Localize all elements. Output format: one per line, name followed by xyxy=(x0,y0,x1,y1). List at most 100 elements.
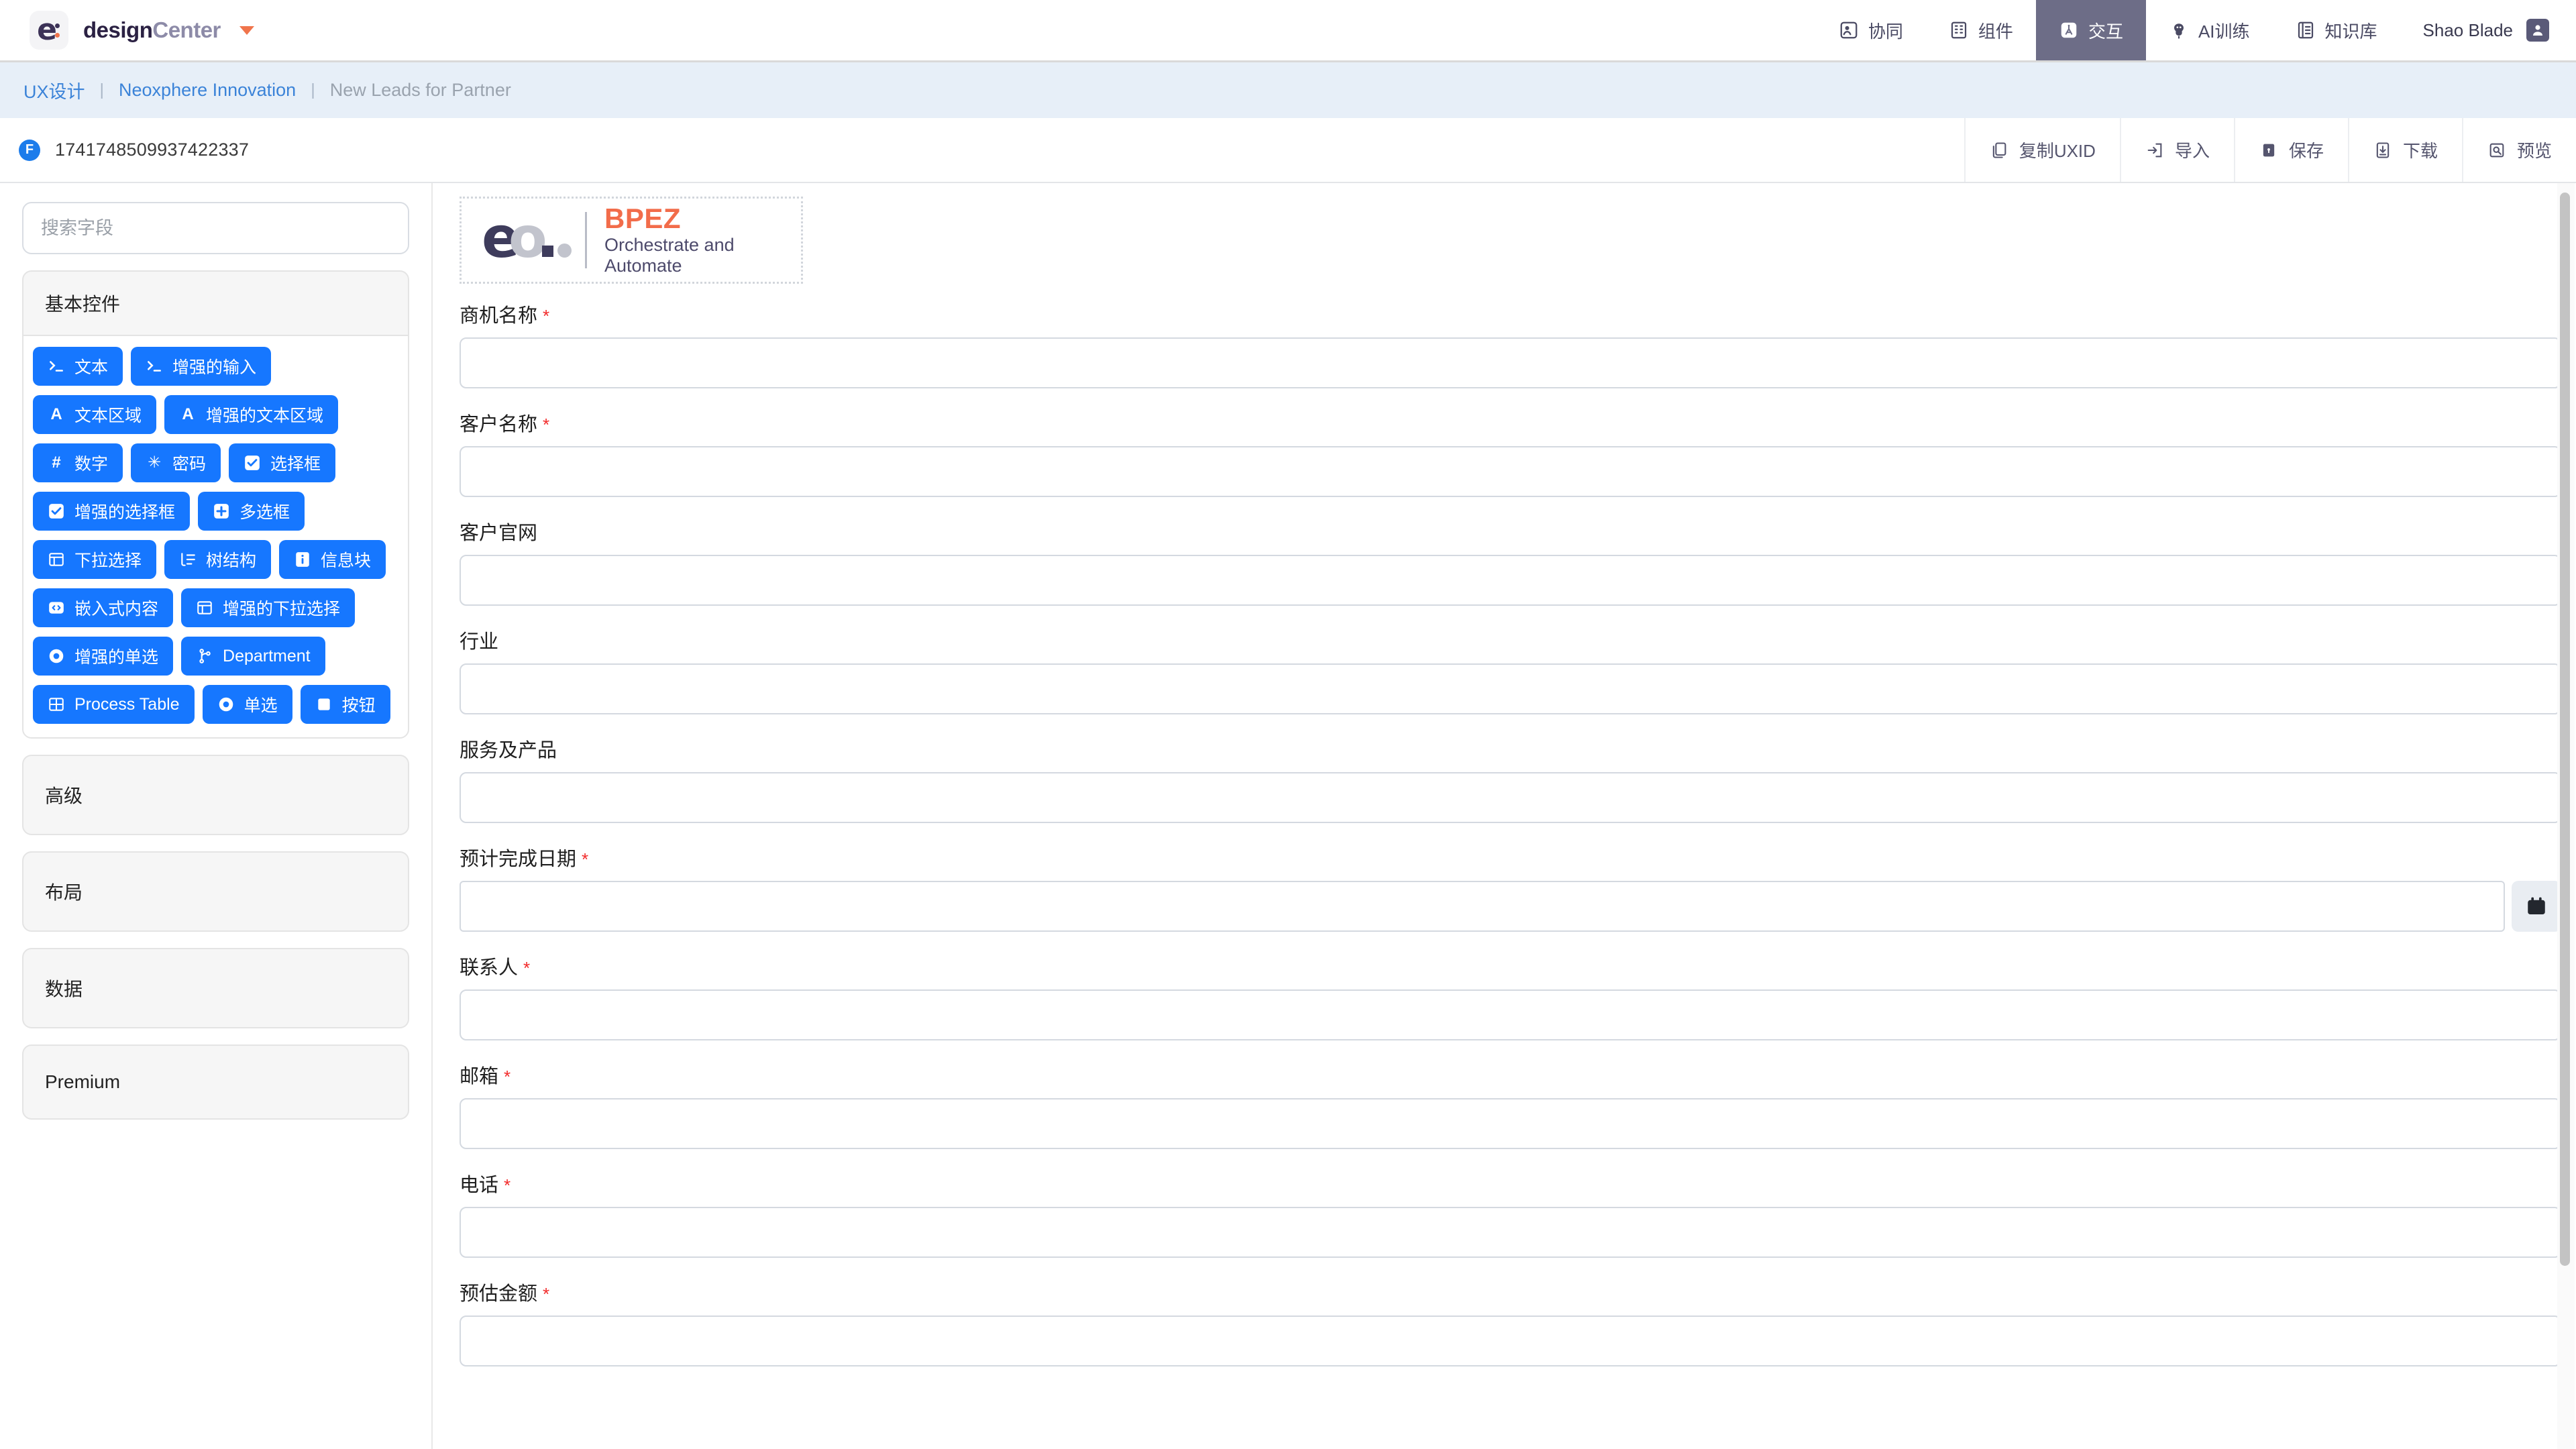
uxid-display-group: F 1741748509937422337 xyxy=(0,118,1964,182)
chip-process-table[interactable]: Process Table xyxy=(33,685,195,724)
form-canvas: e o BPEZ Orchestrate and Automate 商机名称 *… xyxy=(433,183,2576,1449)
chip-enhanced-textarea[interactable]: A 增强的文本区域 xyxy=(164,395,339,434)
save-button[interactable]: 保存 xyxy=(2233,118,2348,182)
breadcrumb: UX设计 | Neoxphere Innovation | New Leads … xyxy=(0,62,2576,118)
input-estimated-amount[interactable] xyxy=(460,1316,2561,1366)
chip-info-block[interactable]: 信息块 xyxy=(279,540,386,579)
copy-icon xyxy=(1990,141,2008,160)
field-label: 行业 xyxy=(460,626,2561,654)
chip-label: 增强的文本区域 xyxy=(206,407,324,425)
chip-multiselect[interactable]: 多选框 xyxy=(198,492,305,531)
chip-label: 增强的输入 xyxy=(172,358,257,377)
input-customer-name[interactable] xyxy=(460,446,2561,497)
chip-textarea[interactable]: A 文本区域 xyxy=(33,395,157,434)
plus-box-icon xyxy=(213,502,230,520)
chip-label: 增强的选择框 xyxy=(74,503,176,522)
panel-header-premium[interactable]: Premium xyxy=(23,1046,408,1118)
code-embed-icon xyxy=(48,599,65,616)
uxid-toolbar: F 1741748509937422337 复制UXID 导入 保存 下载 预览 xyxy=(0,118,2576,183)
search-input[interactable] xyxy=(22,202,409,254)
nav-item-collaborate[interactable]: 协同 xyxy=(1816,0,1926,60)
user-account-group[interactable]: Shao Blade xyxy=(2400,0,2576,60)
square-button-icon xyxy=(315,696,333,713)
caret-down-icon[interactable] xyxy=(239,25,254,35)
nav-item-ai-training[interactable]: AI训练 xyxy=(2146,0,2273,60)
chip-label: 文本区域 xyxy=(74,407,142,425)
knowledge-book-icon xyxy=(2296,20,2316,40)
required-marker: * xyxy=(543,306,550,326)
panel-header-advanced[interactable]: 高级 xyxy=(23,756,408,834)
input-expected-completion-date[interactable] xyxy=(460,881,2505,932)
nav-item-knowledge-base[interactable]: 知识库 xyxy=(2273,0,2400,60)
letter-a-icon: A xyxy=(50,405,62,423)
user-avatar-icon[interactable] xyxy=(2526,19,2549,42)
terminal-icon xyxy=(48,358,65,375)
required-marker: * xyxy=(543,1284,550,1304)
chip-number[interactable]: # 数字 xyxy=(33,443,123,482)
input-phone[interactable] xyxy=(460,1207,2561,1258)
chip-button[interactable]: 按钮 xyxy=(300,685,390,724)
panel-advanced[interactable]: 高级 xyxy=(22,755,409,835)
panel-premium[interactable]: Premium xyxy=(22,1044,409,1120)
bpez-mark-circle xyxy=(557,244,572,258)
components-grid-icon xyxy=(1949,20,1969,40)
required-marker: * xyxy=(582,849,589,869)
field-label: 邮箱 * xyxy=(460,1061,2561,1089)
chip-embedded-content[interactable]: 嵌入式内容 xyxy=(33,588,174,627)
logo-dot-top xyxy=(55,23,60,28)
preview-button[interactable]: 预览 xyxy=(2461,118,2576,182)
chip-text[interactable]: 文本 xyxy=(33,347,123,386)
chip-tree-structure[interactable]: 树结构 xyxy=(164,540,272,579)
preview-eye-icon xyxy=(2487,141,2506,160)
app-title-primary: design xyxy=(83,17,153,42)
copy-uxid-button[interactable]: 复制UXID xyxy=(1964,118,2120,182)
date-input-row xyxy=(460,881,2561,932)
panel-header-layout[interactable]: 布局 xyxy=(23,853,408,930)
panel-body-basic-controls: 文本 增强的输入 A 文本区域 A 增强的文本区域 # 数字 ✳ 密码 选择框 … xyxy=(23,335,408,737)
input-email[interactable] xyxy=(460,1098,2561,1149)
chip-select-box[interactable]: 选择框 xyxy=(229,443,336,482)
panel-header-data[interactable]: 数据 xyxy=(23,949,408,1027)
breadcrumb-separator: | xyxy=(311,80,315,99)
input-industry[interactable] xyxy=(460,663,2561,714)
required-marker: * xyxy=(504,1067,511,1087)
form-logo-block[interactable]: e o BPEZ Orchestrate and Automate xyxy=(460,197,803,284)
chip-label: 文本 xyxy=(74,358,109,377)
breadcrumb-item-0[interactable]: UX设计 xyxy=(23,77,85,103)
canvas-scrollbar-thumb[interactable] xyxy=(2560,193,2570,1266)
nav-item-components[interactable]: 组件 xyxy=(1926,0,2036,60)
chip-dropdown-select[interactable]: 下拉选择 xyxy=(33,540,157,579)
nav-label-interaction: 交互 xyxy=(2088,21,2123,42)
chip-radio[interactable]: 单选 xyxy=(202,685,292,724)
field-label-text: 客户官网 xyxy=(460,523,538,544)
download-button[interactable]: 下载 xyxy=(2347,118,2462,182)
brand-logo-group[interactable]: e designCenter xyxy=(0,11,254,50)
input-customer-website[interactable] xyxy=(460,555,2561,606)
chip-label: 增强的单选 xyxy=(74,648,159,667)
chip-enhanced-input[interactable]: 增强的输入 xyxy=(131,347,272,386)
input-contact-person[interactable] xyxy=(460,989,2561,1040)
chip-label: 信息块 xyxy=(321,551,372,570)
panel-layout[interactable]: 布局 xyxy=(22,851,409,932)
list-table-icon xyxy=(48,551,65,568)
input-services-products[interactable] xyxy=(460,772,2561,823)
input-opportunity-name[interactable] xyxy=(460,337,2561,388)
chip-enhanced-select-box[interactable]: 增强的选择框 xyxy=(33,492,191,531)
calendar-picker-button[interactable] xyxy=(2512,881,2561,932)
chip-enhanced-radio[interactable]: 增强的单选 xyxy=(33,637,174,676)
field-label: 服务及产品 xyxy=(460,735,2561,763)
chip-department[interactable]: Department xyxy=(181,637,325,676)
field-opportunity-name: 商机名称 * xyxy=(460,300,2561,388)
app-logo-icon: e xyxy=(30,11,68,50)
chip-label: 按钮 xyxy=(341,696,376,715)
panel-basic-controls: 基本控件 文本 增强的输入 A 文本区域 A 增强的文本区域 # 数字 ✳ 密码… xyxy=(22,270,409,739)
nav-item-interaction[interactable]: 交互 xyxy=(2035,0,2146,60)
chip-enhanced-dropdown-select[interactable]: 增强的下拉选择 xyxy=(181,588,356,627)
chip-password[interactable]: ✳ 密码 xyxy=(131,443,221,482)
panel-data[interactable]: 数据 xyxy=(22,948,409,1028)
panel-header-basic-controls[interactable]: 基本控件 xyxy=(23,272,408,335)
logo-dot-bottom xyxy=(55,33,60,38)
breadcrumb-item-1[interactable]: Neoxphere Innovation xyxy=(119,80,296,101)
canvas-scrollbar-track[interactable] xyxy=(2557,183,2575,1449)
import-button[interactable]: 导入 xyxy=(2119,118,2234,182)
